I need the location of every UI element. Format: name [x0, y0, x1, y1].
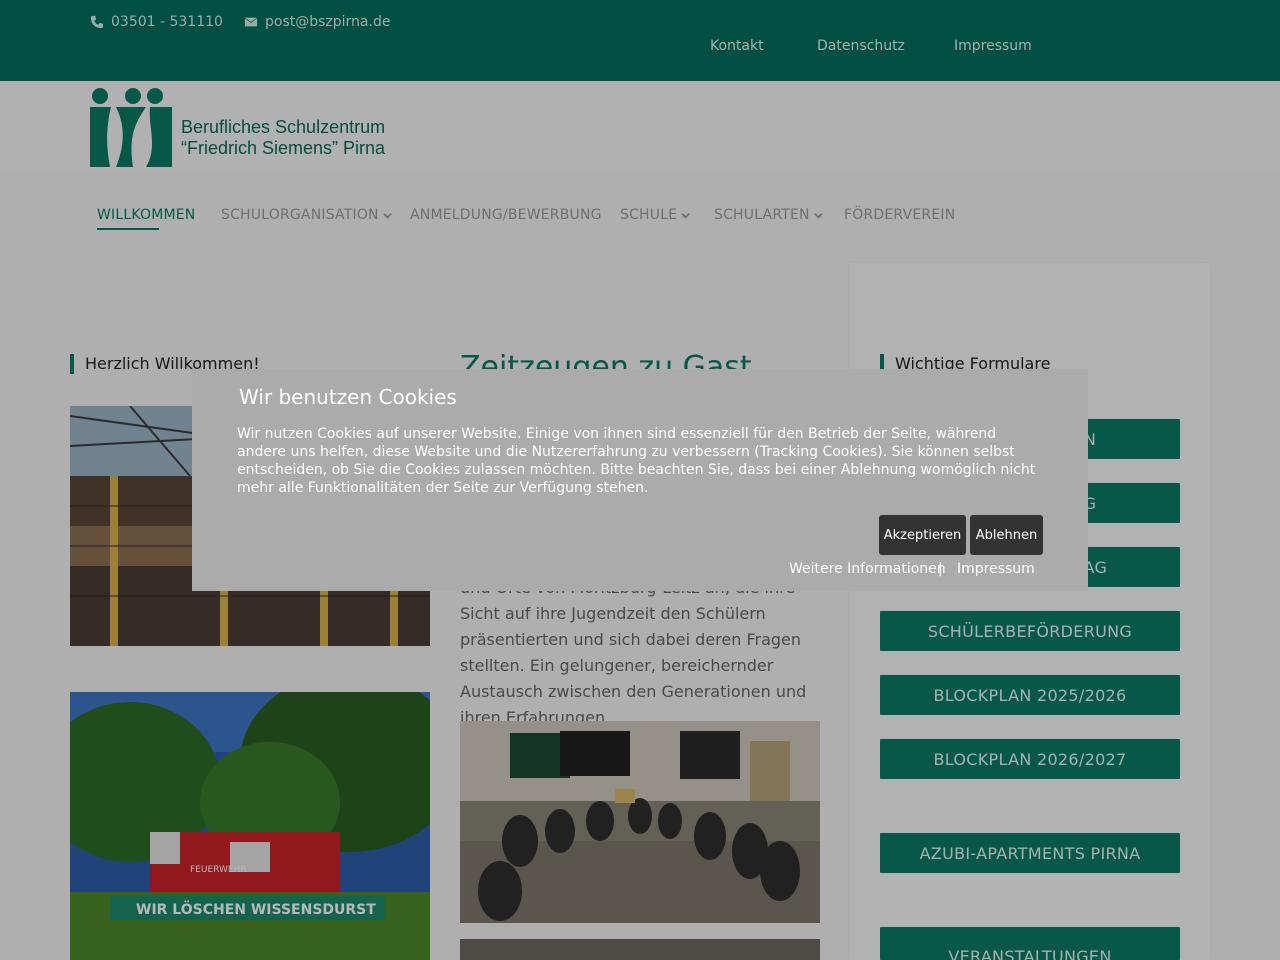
cookie-imprint-link[interactable]: Impressum [957, 561, 1035, 577]
cookie-dialog-title: Wir benutzen Cookies [239, 385, 457, 409]
cookie-dialog-text: Wir nutzen Cookies auf unserer Website. … [237, 426, 1036, 496]
accept-cookies-button[interactable]: Akzeptieren [879, 515, 966, 555]
cookie-consent-dialog: Wir benutzen Cookies Wir nutzen Cookies … [192, 369, 1088, 591]
decline-cookies-button[interactable]: Ablehnen [970, 515, 1043, 555]
link-separator: | [938, 561, 943, 577]
more-info-link[interactable]: Weitere Informationen [789, 561, 946, 577]
